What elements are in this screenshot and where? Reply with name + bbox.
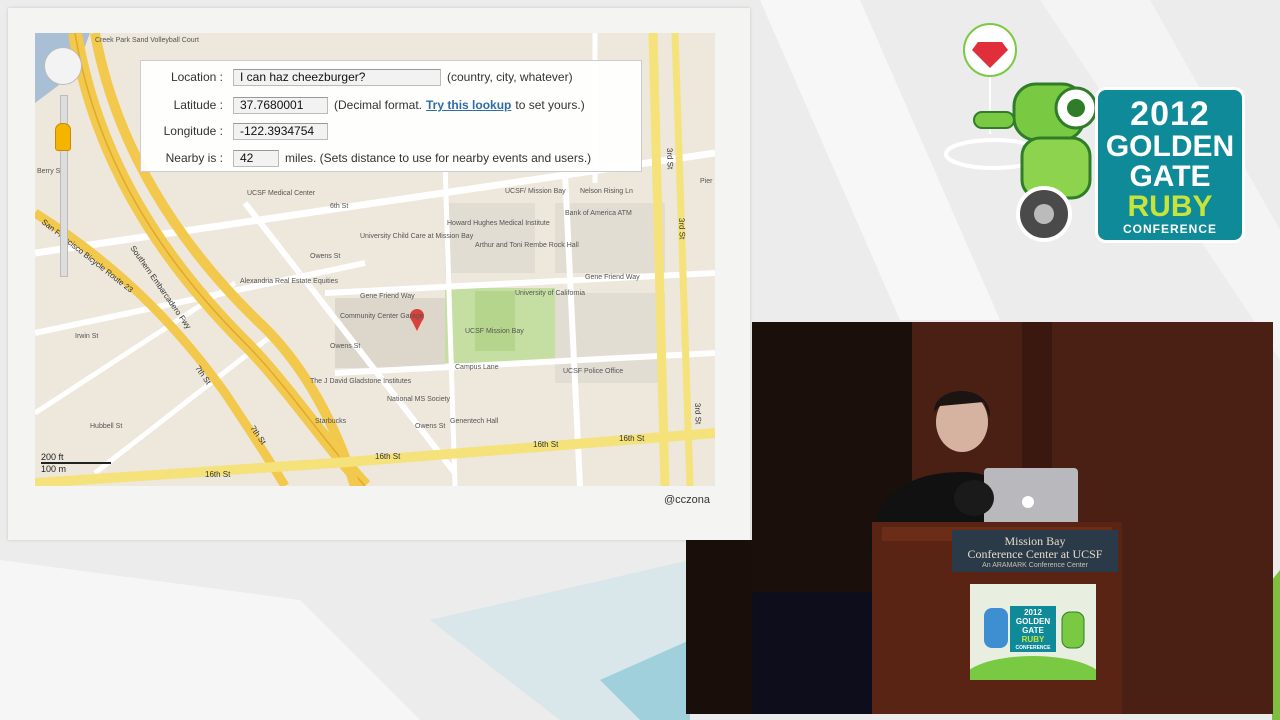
map-label: Campus Lane xyxy=(455,364,499,371)
map-label: 16th St xyxy=(619,434,645,443)
map-label: National MS Society xyxy=(387,396,451,403)
longitude-input[interactable]: -122.3934754 xyxy=(233,122,328,140)
map-label: Bank of America ATM xyxy=(565,210,632,217)
map-label: Berry St xyxy=(37,168,62,175)
map-label: 6th St xyxy=(330,203,348,210)
location-label: Location : xyxy=(170,70,223,84)
poster-word-gate: GATE xyxy=(1022,626,1044,635)
map-pan-control[interactable] xyxy=(44,47,82,85)
lookup-link[interactable]: Try this lookup xyxy=(426,98,511,112)
map-scale-bar: 200 ft 100 m xyxy=(41,452,111,474)
map-label: Owens St xyxy=(310,253,340,260)
nearby-label: Nearby is : xyxy=(165,151,223,165)
map-label: Gene Friend Way xyxy=(585,274,640,281)
nearby-note: miles. (Sets distance to use for nearby … xyxy=(285,151,592,165)
location-note: (country, city, whatever) xyxy=(447,70,573,84)
presentation-slide: Creek Park Sand Volleyball Court UCSF Me… xyxy=(8,8,750,540)
map-label: Pier xyxy=(700,178,713,185)
map-label: Hubbell St xyxy=(90,423,122,430)
map-label: Gene Friend Way xyxy=(360,293,415,300)
map-label: UCSF Mission Bay xyxy=(465,328,524,335)
location-form: Location : I can haz cheezburger? (count… xyxy=(140,60,642,172)
map-label: 3rd St xyxy=(665,148,675,170)
logo-word-golden: GOLDEN xyxy=(1105,130,1235,163)
map-label: Howard Hughes Medical Institute xyxy=(447,220,550,227)
map-label: University of California xyxy=(515,290,585,297)
logo-year: 2012 xyxy=(1130,95,1210,133)
latitude-note-pre: (Decimal format. xyxy=(334,98,423,112)
logo-word-conference: CONFERENCE xyxy=(1122,222,1217,236)
poster-word-golden: GOLDEN xyxy=(1015,617,1051,626)
map-label: Genentech Hall xyxy=(450,418,499,425)
video-frame-extension xyxy=(686,540,752,714)
sign-line-3: An ARAMARK Conference Center xyxy=(982,562,1088,569)
map-label: Nelson Rising Ln xyxy=(580,188,633,195)
logo-text-box: 2012 GOLDEN GATE RUBY CONFERENCE xyxy=(1098,90,1242,240)
poster-word-conference: CONFERENCE xyxy=(1015,645,1051,651)
map-label: Owens St xyxy=(330,343,360,350)
podium-sign: Mission Bay Conference Center at UCSF An… xyxy=(952,530,1118,572)
conference-logo: 2012 GOLDEN GATE RUBY CONFERENCE xyxy=(944,14,1254,254)
scale-meters: 100 m xyxy=(41,464,67,474)
logo-word-gate: GATE xyxy=(1129,160,1211,193)
scale-feet: 200 ft xyxy=(41,452,111,464)
latitude-label: Latitude : xyxy=(173,98,223,112)
map-label: Starbucks xyxy=(315,418,347,425)
street-view-pegman-icon[interactable] xyxy=(55,123,71,151)
podium-poster: 2012 GOLDEN GATE RUBY CONFERENCE xyxy=(970,584,1096,680)
map-label: UCSF Medical Center xyxy=(247,190,316,197)
poster-word-ruby: RUBY xyxy=(1021,635,1045,644)
latitude-input[interactable]: 37.7680001 xyxy=(233,96,328,114)
map-label: Alexandria Real Estate Equities xyxy=(240,278,339,285)
sign-line-2: Conference Center at UCSF xyxy=(967,547,1103,561)
map-label: 16th St xyxy=(375,452,401,461)
map-label: Creek Park Sand Volleyball Court xyxy=(95,37,199,44)
map-label: UCSF Police Office xyxy=(563,368,623,375)
nearby-input[interactable]: 42 xyxy=(233,149,279,167)
map-label: Arthur and Toni Rembe Rock Hall xyxy=(475,242,579,249)
sign-line-1: Mission Bay xyxy=(1004,534,1066,548)
logo-word-ruby: RUBY xyxy=(1127,190,1213,223)
map-label: 16th St xyxy=(205,470,231,479)
map-label: 3rd St xyxy=(693,403,703,425)
map-label: 3rd St xyxy=(677,218,687,240)
poster-year: 2012 xyxy=(1024,608,1042,617)
map-label: Irwin St xyxy=(75,333,98,340)
map-view[interactable]: Creek Park Sand Volleyball Court UCSF Me… xyxy=(35,33,715,486)
location-input[interactable]: I can haz cheezburger? xyxy=(233,68,441,86)
twitter-handle: @cczona xyxy=(663,494,710,506)
latitude-note-post: to set yours.) xyxy=(515,98,585,112)
longitude-label: Longitude : xyxy=(163,124,223,138)
map-label: 16th St xyxy=(533,440,559,449)
map-label: UCSF/ Mission Bay xyxy=(505,188,566,195)
map-label: Community Center Garage xyxy=(340,313,424,320)
poster-logo-box: 2012 GOLDEN GATE RUBY CONFERENCE xyxy=(1010,606,1056,652)
map-label: Owens St xyxy=(415,423,445,430)
map-label: University Child Care at Mission Bay xyxy=(360,233,474,240)
map-label: The J David Gladstone Institutes xyxy=(310,378,412,385)
